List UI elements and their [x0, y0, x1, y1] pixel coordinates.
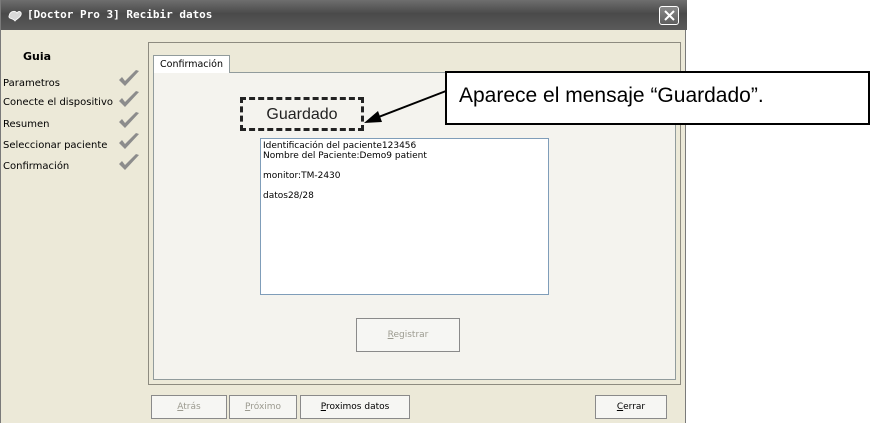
- close-icon: [664, 10, 675, 21]
- close-label: errar: [623, 402, 646, 412]
- next-data-label: roximos datos: [325, 402, 390, 412]
- window-title: [Doctor Pro 3] Recibir datos: [27, 8, 213, 21]
- check-icon: [119, 91, 139, 107]
- saved-message: Guardado: [266, 106, 338, 123]
- title-bar[interactable]: [Doctor Pro 3] Recibir datos: [1, 0, 687, 30]
- app-logo-icon: [8, 10, 22, 22]
- close-window-button[interactable]: [659, 6, 679, 25]
- check-icon: [119, 154, 139, 170]
- next-data-button[interactable]: Proximos datos: [300, 395, 410, 419]
- saved-message-box: Guardado: [240, 97, 364, 131]
- back-label: trás: [183, 402, 201, 412]
- guide-item-resumen: Resumen: [3, 119, 50, 130]
- guide-item-confirmacion: Confirmación: [3, 161, 70, 172]
- guide-item-seleccionar-paciente: Seleccionar paciente: [3, 140, 108, 151]
- annotation-text: Aparece el mensaje “Guardado”.: [459, 84, 764, 107]
- patient-name-line: Nombre del Paciente:Demo9 patient: [263, 151, 427, 161]
- receive-data-window: [Doctor Pro 3] Recibir datos Guia Parame…: [0, 0, 687, 423]
- next-button[interactable]: Próximo: [229, 395, 297, 419]
- data-count-line: datos28/28: [263, 191, 314, 201]
- register-label: egistrar: [393, 330, 429, 340]
- check-icon: [119, 112, 139, 128]
- tab-confirmacion[interactable]: Confirmación: [153, 55, 230, 73]
- close-button[interactable]: Cerrar: [595, 395, 667, 419]
- guide-title: Guia: [23, 50, 52, 63]
- guide-item-parametros: Parametros: [3, 78, 60, 89]
- monitor-line: monitor:TM-2430: [263, 171, 341, 181]
- next-label: róximo: [250, 402, 282, 412]
- register-button[interactable]: Registrar: [356, 318, 460, 352]
- check-icon: [119, 70, 139, 86]
- guide-item-conecte-dispositivo: Conecte el dispositivo: [3, 97, 113, 108]
- check-icon: [119, 133, 139, 149]
- received-data-summary: Identificación del paciente123456 Nombre…: [260, 138, 549, 295]
- patient-id-line: Identificación del paciente123456: [263, 141, 417, 151]
- back-button[interactable]: Atrás: [151, 395, 227, 419]
- annotation-callout: Aparece el mensaje “Guardado”.: [445, 71, 870, 125]
